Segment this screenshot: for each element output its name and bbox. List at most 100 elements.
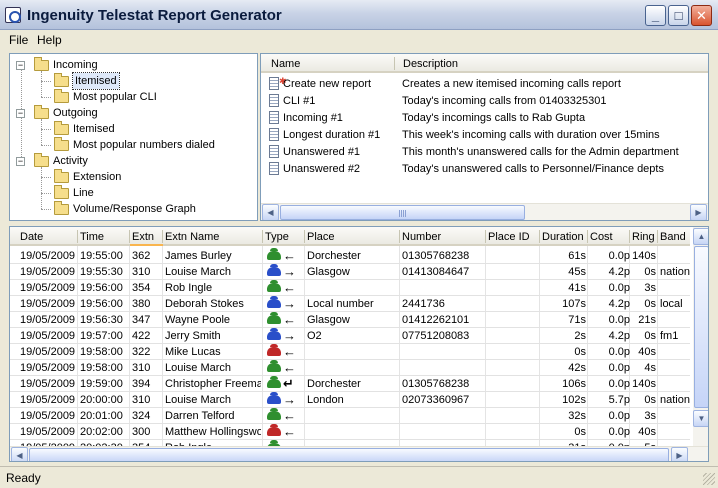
folder-icon bbox=[54, 169, 69, 183]
scroll-thumb[interactable] bbox=[280, 205, 525, 220]
table-row[interactable]: 19/05/2009 19:56:30 347 Wayne Poole Glasgow 0… bbox=[10, 312, 690, 328]
cell-extn-name: Louise March bbox=[165, 362, 232, 374]
cell-number bbox=[402, 280, 486, 296]
scroll-up-icon[interactable]: ▲ bbox=[693, 228, 708, 245]
cell-extn: 322 bbox=[132, 346, 151, 358]
scroll-right-icon[interactable]: ▶ bbox=[671, 447, 688, 461]
cell-place-id bbox=[488, 376, 540, 392]
tree-item[interactable]: Most popular numbers dialed bbox=[73, 137, 215, 153]
cell-duration: 41s bbox=[568, 282, 586, 294]
table-row[interactable]: 19/05/2009 19:58:00 322 Mike Lucas 0s 0.0p 40s… bbox=[10, 344, 690, 360]
table-row[interactable]: 19/05/2009 20:00:00 310 Louise March London 0… bbox=[10, 392, 690, 408]
cell-extn-name: Christopher Freeman bbox=[165, 378, 261, 390]
column-header-extn[interactable]: Extn bbox=[132, 231, 154, 243]
menu-file[interactable]: File bbox=[9, 33, 28, 47]
calls-vertical-scrollbar[interactable]: ▲ ▼ bbox=[693, 227, 708, 446]
cell-cost: 0.0p bbox=[608, 282, 630, 294]
resize-grip-icon[interactable] bbox=[703, 473, 715, 485]
cell-extn-name: Jerry Smith bbox=[165, 330, 221, 342]
reports-horizontal-scrollbar[interactable]: ◀ ▶ bbox=[261, 203, 708, 220]
app-logo-icon bbox=[5, 7, 21, 23]
scroll-down-icon[interactable]: ▼ bbox=[693, 410, 708, 427]
phone-icon bbox=[267, 424, 281, 436]
folder-icon bbox=[54, 73, 69, 87]
call-direction-icon: → bbox=[283, 328, 296, 343]
folder-icon bbox=[54, 137, 69, 151]
cell-cost: 0.0p bbox=[608, 314, 630, 326]
collapse-toggle-icon[interactable]: − bbox=[16, 109, 25, 118]
close-button[interactable]: ✕ bbox=[691, 5, 712, 26]
cell-place: Dorchester bbox=[307, 250, 361, 262]
report-name[interactable]: Unanswered #1 bbox=[283, 144, 360, 160]
column-header-number[interactable]: Number bbox=[402, 231, 441, 243]
report-name[interactable]: CLI #1 bbox=[283, 93, 315, 109]
scroll-left-icon[interactable]: ◀ bbox=[262, 204, 279, 220]
cell-cost: 4.2p bbox=[608, 298, 630, 310]
tree-item[interactable]: Outgoing bbox=[53, 105, 98, 121]
cell-band bbox=[660, 408, 692, 424]
phone-icon bbox=[267, 280, 281, 292]
column-header-place[interactable]: Place bbox=[307, 231, 335, 243]
cell-date: 19/05/2009 bbox=[20, 410, 76, 422]
maximize-button[interactable]: □ bbox=[668, 5, 689, 26]
tree-item[interactable]: Line bbox=[73, 185, 94, 201]
column-header-duration[interactable]: Duration bbox=[542, 231, 584, 243]
scroll-left-icon[interactable]: ◀ bbox=[11, 447, 28, 461]
table-row[interactable]: 19/05/2009 19:57:00 422 Jerry Smith O2 077512… bbox=[10, 328, 690, 344]
cell-band bbox=[660, 424, 692, 440]
column-header-time[interactable]: Time bbox=[80, 231, 104, 243]
column-header-date[interactable]: Date bbox=[20, 231, 43, 243]
tree-item[interactable]: Extension bbox=[73, 169, 121, 185]
column-header-place-id[interactable]: Place ID bbox=[488, 231, 530, 243]
tree-item[interactable]: Incoming bbox=[53, 57, 98, 73]
column-description-header[interactable]: Description bbox=[403, 58, 458, 70]
report-name[interactable]: Incoming #1 bbox=[283, 110, 343, 126]
tree-item[interactable]: Most popular CLI bbox=[73, 89, 157, 105]
cell-date: 19/05/2009 bbox=[20, 426, 76, 438]
table-row[interactable]: 19/05/2009 19:56:00 354 Rob Ingle 41s 0.0p 3s ← bbox=[10, 280, 690, 296]
minimize-button[interactable]: _ bbox=[645, 5, 666, 26]
report-name[interactable]: Longest duration #1 bbox=[283, 127, 380, 143]
cell-band: nation bbox=[660, 266, 690, 278]
column-header-ring[interactable]: Ring bbox=[632, 231, 655, 243]
scroll-thumb[interactable] bbox=[694, 246, 708, 408]
collapse-toggle-icon[interactable]: − bbox=[16, 157, 25, 166]
call-direction-icon: → bbox=[283, 264, 296, 279]
column-header-band[interactable]: Band bbox=[660, 231, 686, 243]
table-row[interactable]: 19/05/2009 20:01:00 324 Darren Telford 32s 0.… bbox=[10, 408, 690, 424]
cell-time: 19:56:00 bbox=[80, 282, 123, 294]
cell-date: 19/05/2009 bbox=[20, 266, 76, 278]
cell-time: 19:58:00 bbox=[80, 362, 123, 374]
column-name-header[interactable]: Name bbox=[271, 58, 300, 70]
table-row[interactable]: 19/05/2009 20:02:00 300 Matthew Hollingswor… bbox=[10, 424, 690, 440]
cell-number: 01412262101 bbox=[402, 314, 470, 326]
cell-place-id bbox=[488, 264, 540, 280]
column-header-extn-name[interactable]: Extn Name bbox=[165, 231, 219, 243]
table-row[interactable]: 19/05/2009 19:55:00 362 James Burley Dorches… bbox=[10, 248, 690, 264]
tree-item[interactable]: Itemised bbox=[73, 121, 115, 137]
table-row[interactable]: 19/05/2009 19:59:00 394 Christopher Freeman… bbox=[10, 376, 690, 392]
report-name[interactable]: Create new report bbox=[283, 76, 371, 92]
menu-help[interactable]: Help bbox=[37, 33, 62, 47]
table-row[interactable]: 19/05/2009 19:55:30 310 Louise March Glasgow… bbox=[10, 264, 690, 280]
column-header-type[interactable]: Type bbox=[265, 231, 289, 243]
tree-item[interactable]: Itemised bbox=[72, 72, 120, 90]
table-row[interactable]: 19/05/2009 19:58:00 310 Louise March 42s 0.0p… bbox=[10, 360, 690, 376]
cell-extn: 324 bbox=[132, 410, 151, 422]
tree-item[interactable]: Activity bbox=[53, 153, 88, 169]
report-name[interactable]: Unanswered #2 bbox=[283, 161, 360, 177]
scroll-right-icon[interactable]: ▶ bbox=[690, 204, 707, 220]
cell-cost: 0.0p bbox=[608, 378, 630, 390]
cell-number: 01305768238 bbox=[402, 250, 470, 262]
scroll-thumb[interactable] bbox=[29, 448, 669, 461]
call-direction-icon: ← bbox=[283, 248, 296, 263]
table-row[interactable]: 19/05/2009 19:56:00 380 Deborah Stokes Local… bbox=[10, 296, 690, 312]
folder-icon bbox=[54, 201, 69, 215]
collapse-toggle-icon[interactable]: − bbox=[16, 61, 25, 70]
column-header-cost[interactable]: Cost bbox=[590, 231, 613, 243]
calls-horizontal-scrollbar[interactable]: ◀ ▶ bbox=[10, 446, 708, 461]
tree-item[interactable]: Volume/Response Graph bbox=[73, 201, 196, 217]
call-direction-icon: ← bbox=[283, 280, 296, 295]
cell-extn: 300 bbox=[132, 426, 151, 438]
cell-date: 19/05/2009 bbox=[20, 346, 76, 358]
